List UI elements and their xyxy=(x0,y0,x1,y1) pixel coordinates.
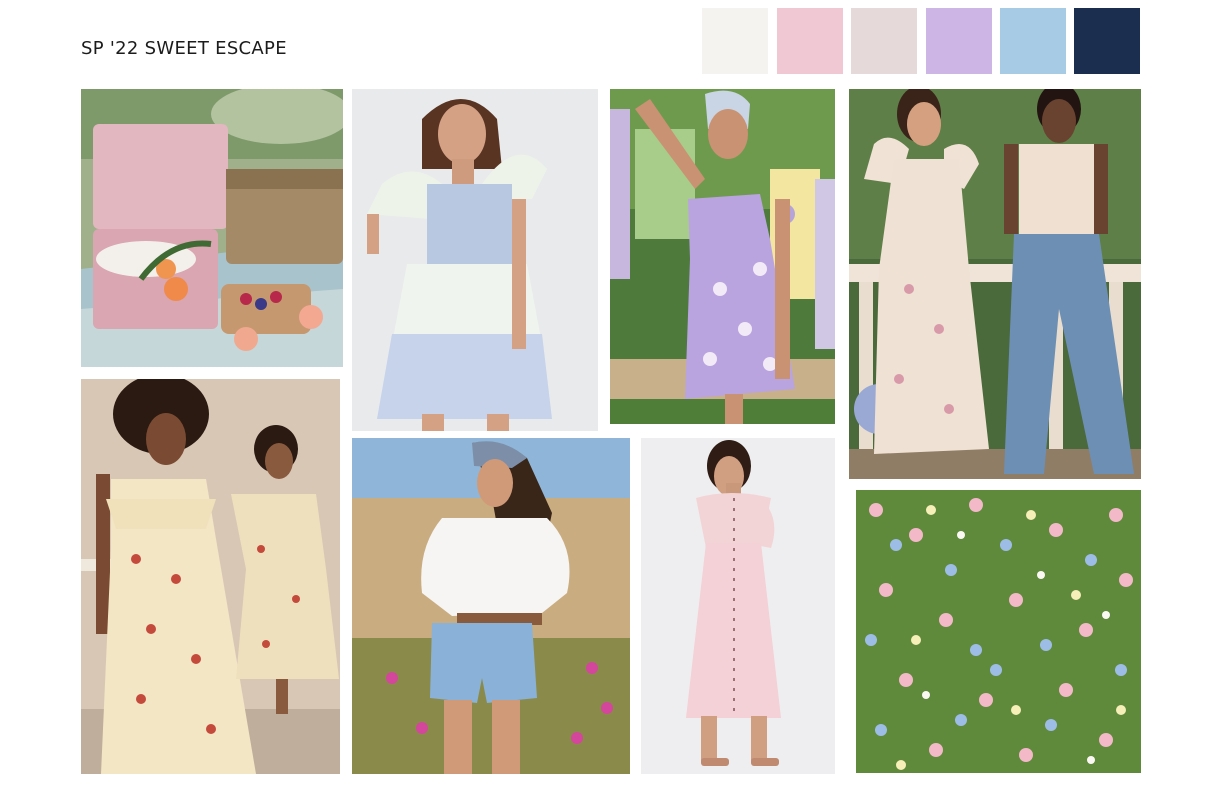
photo-blue-floral-tiered-dress xyxy=(352,89,598,431)
photo-cream-block-print-dresses xyxy=(81,379,340,774)
photo-white-peasant-top-denim-shorts xyxy=(352,438,630,774)
swatch-blush-pink xyxy=(777,8,843,74)
photo-lavender-daisy-slip-dress xyxy=(610,89,835,424)
swatch-ivory xyxy=(702,8,768,74)
swatch-sky-blue xyxy=(1000,8,1066,74)
swatch-greige xyxy=(851,8,917,74)
photo-floral-milkmaid-dress-and-jeans xyxy=(849,89,1141,479)
swatch-lavender xyxy=(926,8,992,74)
photo-pink-button-front-midi-dress xyxy=(641,438,835,774)
board-title: SP '22 SWEET ESCAPE xyxy=(81,38,287,59)
swatch-navy-denim xyxy=(1074,8,1140,74)
photo-picnic-baskets xyxy=(81,89,343,367)
photo-pastel-flower-field xyxy=(856,490,1141,773)
